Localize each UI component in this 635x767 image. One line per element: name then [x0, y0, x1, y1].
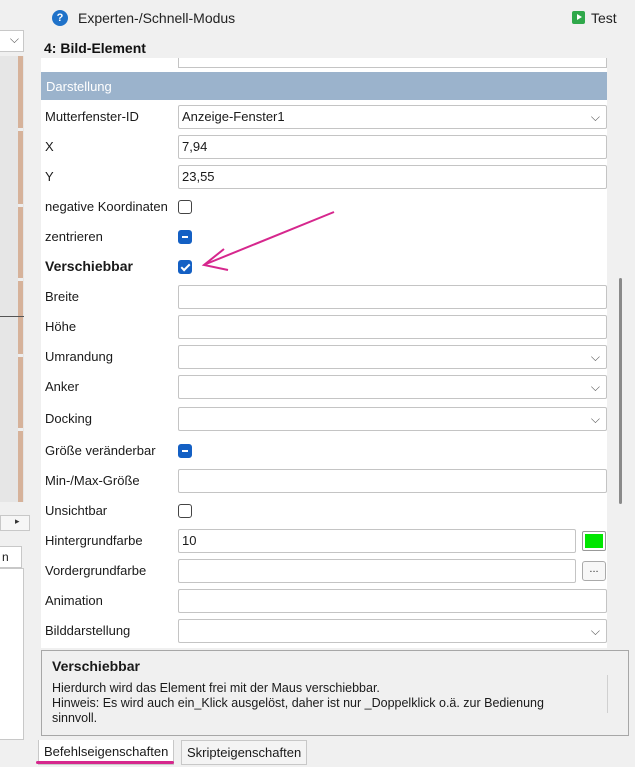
- browse-button[interactable]: ...: [582, 561, 606, 581]
- property-row-bilddarstellung: Bilddarstellung ⌵: [41, 616, 607, 646]
- property-row-groesse-veraenderbar: Größe veränderbar: [41, 436, 607, 466]
- docking-dropdown[interactable]: ⌵: [178, 407, 607, 431]
- property-row-hintergrundfarbe: Hintergrundfarbe 10: [41, 526, 607, 556]
- property-label: Unsichtbar: [45, 503, 108, 518]
- anchor-dropdown[interactable]: ⌵: [178, 375, 607, 399]
- property-label: Größe veränderbar: [45, 443, 156, 458]
- chevron-down-icon[interactable]: ⌵: [591, 376, 600, 398]
- property-label: Docking: [45, 411, 92, 426]
- chevron-down-icon[interactable]: ⌵: [591, 620, 600, 642]
- description-box: Verschiebbar Hierdurch wird das Element …: [41, 650, 629, 736]
- image-display-dropdown[interactable]: ⌵: [178, 619, 607, 643]
- description-line: Hinweis: Es wird auch ein_Klick ausgelös…: [52, 696, 544, 710]
- description-divider: [607, 675, 608, 713]
- description-line: sinnvoll.: [52, 711, 98, 725]
- foreground-color-input[interactable]: [178, 559, 576, 583]
- left-divider: [0, 316, 24, 317]
- horizontal-scrollbar[interactable]: ▸: [0, 515, 30, 531]
- property-label: Animation: [45, 593, 103, 608]
- description-line: Hierdurch wird das Element frei mit der …: [52, 681, 380, 695]
- property-row-hoehe: Höhe: [41, 312, 607, 342]
- property-row-unsichtbar: Unsichtbar: [41, 496, 607, 526]
- annotation-underline: [36, 761, 174, 764]
- left-combo[interactable]: ⌵: [0, 30, 24, 52]
- background-color-input[interactable]: 10: [178, 529, 576, 553]
- property-label: Anker: [45, 379, 79, 394]
- property-panel: ? Experten-/Schnell-Modus Test 4: Bild-E…: [34, 0, 635, 767]
- animation-input[interactable]: [178, 589, 607, 613]
- min-max-size-input[interactable]: [178, 469, 607, 493]
- chevron-down-icon: ⌵: [9, 32, 19, 46]
- description-text: Hierdurch wird das Element frei mit der …: [52, 681, 612, 726]
- property-row-anker: Anker ⌵: [41, 372, 607, 402]
- property-row-animation: Animation: [41, 586, 607, 616]
- border-dropdown[interactable]: ⌵: [178, 345, 607, 369]
- property-row-umrandung: Umrandung ⌵: [41, 342, 607, 372]
- invisible-checkbox[interactable]: [178, 504, 192, 518]
- strip-gap: [18, 428, 23, 431]
- property-label: Min-/Max-Größe: [45, 473, 140, 488]
- annotation-arrow-icon: [201, 211, 335, 271]
- property-label: Vordergrundfarbe: [45, 563, 147, 578]
- tab-skripteigenschaften[interactable]: Skripteigenschaften: [181, 740, 308, 765]
- vertical-scrollbar-thumb[interactable]: [619, 278, 622, 504]
- height-input[interactable]: [178, 315, 607, 339]
- strip-gap: [18, 354, 23, 357]
- chevron-down-icon[interactable]: ⌵: [591, 346, 600, 368]
- property-label: Höhe: [45, 319, 77, 334]
- left-tab[interactable]: n: [0, 546, 22, 568]
- scroll-right-icon[interactable]: ▸: [15, 516, 20, 527]
- chevron-down-icon[interactable]: ⌵: [591, 408, 600, 430]
- property-label: Bilddarstellung: [45, 623, 131, 638]
- property-row-docking: Docking ⌵: [41, 404, 607, 434]
- property-label: Umrandung: [45, 349, 113, 364]
- strip-gap: [18, 278, 23, 281]
- property-label: Hintergrundfarbe: [45, 533, 143, 548]
- strip-gap: [18, 204, 23, 207]
- left-pane: ⌵ ▸ n: [0, 0, 35, 767]
- strip-gap: [18, 128, 23, 131]
- color-swatch-button[interactable]: [582, 531, 606, 551]
- property-row-vordergrundfarbe: Vordergrundfarbe ...: [41, 556, 607, 586]
- property-row-min-max-groesse: Min-/Max-Größe: [41, 466, 607, 496]
- color-swatch: [585, 534, 603, 548]
- description-title: Verschiebbar: [52, 658, 140, 674]
- left-list: [0, 568, 24, 740]
- resizable-checkbox[interactable]: [178, 444, 192, 458]
